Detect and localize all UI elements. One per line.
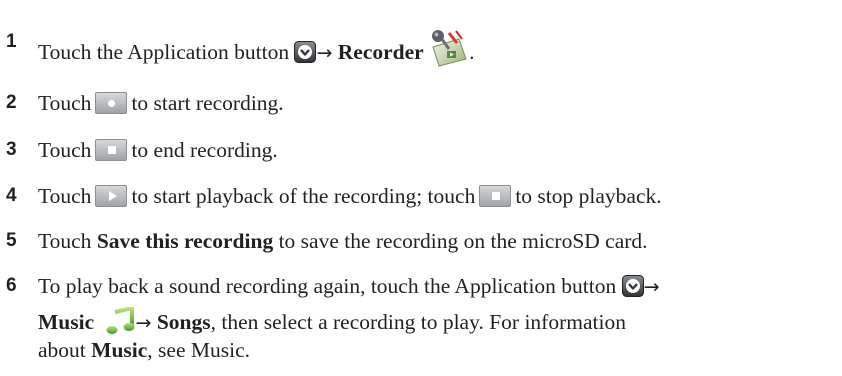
step-1-period: . — [469, 40, 475, 64]
step-number: 1 — [6, 31, 17, 52]
step-text: Touch to start playback of the recording;… — [38, 183, 662, 209]
step-4-text-a: Touch — [38, 184, 92, 208]
recorder-label: Recorder — [337, 40, 424, 64]
step-4-text-b: to start playback of the recording; touc… — [131, 184, 476, 208]
step-text: Touch Save this recording to save the re… — [38, 228, 648, 254]
music-label: Music — [38, 310, 95, 334]
step-text: about Music, see Music. — [38, 337, 250, 363]
step-5-text-a: Touch — [38, 229, 92, 253]
step-6-line-3-a: about — [38, 338, 86, 362]
step-text: Touch to end recording. — [38, 137, 278, 163]
step-number: 5 — [6, 230, 17, 251]
step-4-text-c: to stop playback. — [515, 184, 662, 208]
play-button-icon — [95, 185, 128, 207]
stop-button-icon — [479, 185, 512, 207]
step-number: 2 — [6, 92, 17, 113]
music-app-icon — [106, 307, 135, 334]
arrow-icon: → — [135, 312, 152, 334]
application-button-icon — [621, 275, 644, 297]
step-number: 4 — [6, 185, 17, 206]
music-label: Music — [91, 338, 148, 362]
step-5-text-c: to save the recording on the microSD car… — [278, 229, 648, 253]
step-6-line-3-rest: , see Music. — [147, 338, 250, 362]
record-button-icon — [95, 92, 128, 114]
application-button-icon — [294, 41, 317, 63]
step-2-text-b: to start recording. — [131, 91, 284, 115]
songs-label: Songs — [156, 310, 211, 334]
step-number: 6 — [6, 275, 17, 296]
stop-button-icon — [95, 139, 128, 161]
arrow-icon: → — [643, 276, 660, 298]
step-1-text-a: Touch the Application button — [38, 40, 290, 64]
step-3-text-b: to end recording. — [131, 138, 278, 162]
step-number: 3 — [6, 139, 17, 160]
step-text: Touch the Application button → Recorder … — [38, 29, 474, 67]
step-2-text-a: Touch — [38, 91, 92, 115]
recorder-app-icon — [432, 30, 467, 67]
step-text: Music → Songs, then select a recording t… — [38, 307, 626, 336]
save-recording-label: Save this recording — [96, 229, 274, 253]
step-text: To play back a sound recording again, to… — [38, 273, 660, 300]
step-text: Touch to start recording. — [38, 90, 284, 116]
arrow-icon: → — [316, 42, 333, 64]
step-6-line-1: To play back a sound recording again, to… — [38, 274, 617, 298]
step-6-line-2: , then select a recording to play. For i… — [210, 310, 626, 334]
step-3-text-a: Touch — [38, 138, 92, 162]
